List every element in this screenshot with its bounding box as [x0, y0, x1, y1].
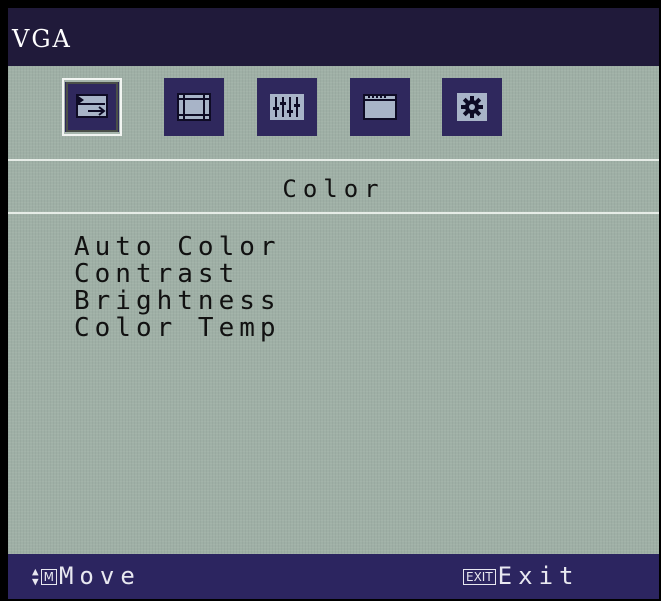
section-divider-bottom	[8, 212, 659, 214]
menu-item-contrast[interactable]: Contrast	[74, 261, 281, 288]
input-source-title: VGA	[8, 8, 659, 66]
equalizer-icon	[270, 94, 304, 120]
menu-key-icon: M	[40, 568, 57, 585]
icon-toolbar	[8, 66, 659, 159]
move-hint: ▲ ▼ M Move	[32, 554, 141, 599]
up-down-arrows-icon: ▲ ▼	[32, 564, 39, 588]
osd-window: VGA Color Auto Color Contrast Brightness…	[8, 8, 659, 599]
exit-hint[interactable]: EXIT Exit	[463, 554, 579, 599]
page-title: Color	[282, 175, 385, 203]
menu-list: Auto Color Contrast Brightness Color Tem…	[74, 234, 281, 342]
menu-item-brightness[interactable]: Brightness	[74, 288, 281, 315]
color-icon	[76, 94, 108, 118]
osd-settings-icon	[363, 94, 397, 120]
menu-item-color-temp[interactable]: Color Temp	[74, 315, 281, 342]
tab-image[interactable]	[164, 78, 224, 136]
gear-icon	[457, 93, 487, 121]
tab-osd[interactable]	[350, 78, 410, 136]
tab-color[interactable]	[62, 78, 122, 136]
image-position-icon	[177, 93, 211, 121]
tab-setup[interactable]	[442, 78, 502, 136]
move-label: Move	[58, 562, 141, 590]
exit-key-icon: EXIT	[463, 568, 496, 585]
tab-adjust[interactable]	[257, 78, 317, 136]
footer-bar: ▲ ▼ M Move EXIT Exit	[8, 554, 659, 599]
exit-label: Exit	[497, 562, 580, 590]
menu-item-auto-color[interactable]: Auto Color	[74, 234, 281, 261]
